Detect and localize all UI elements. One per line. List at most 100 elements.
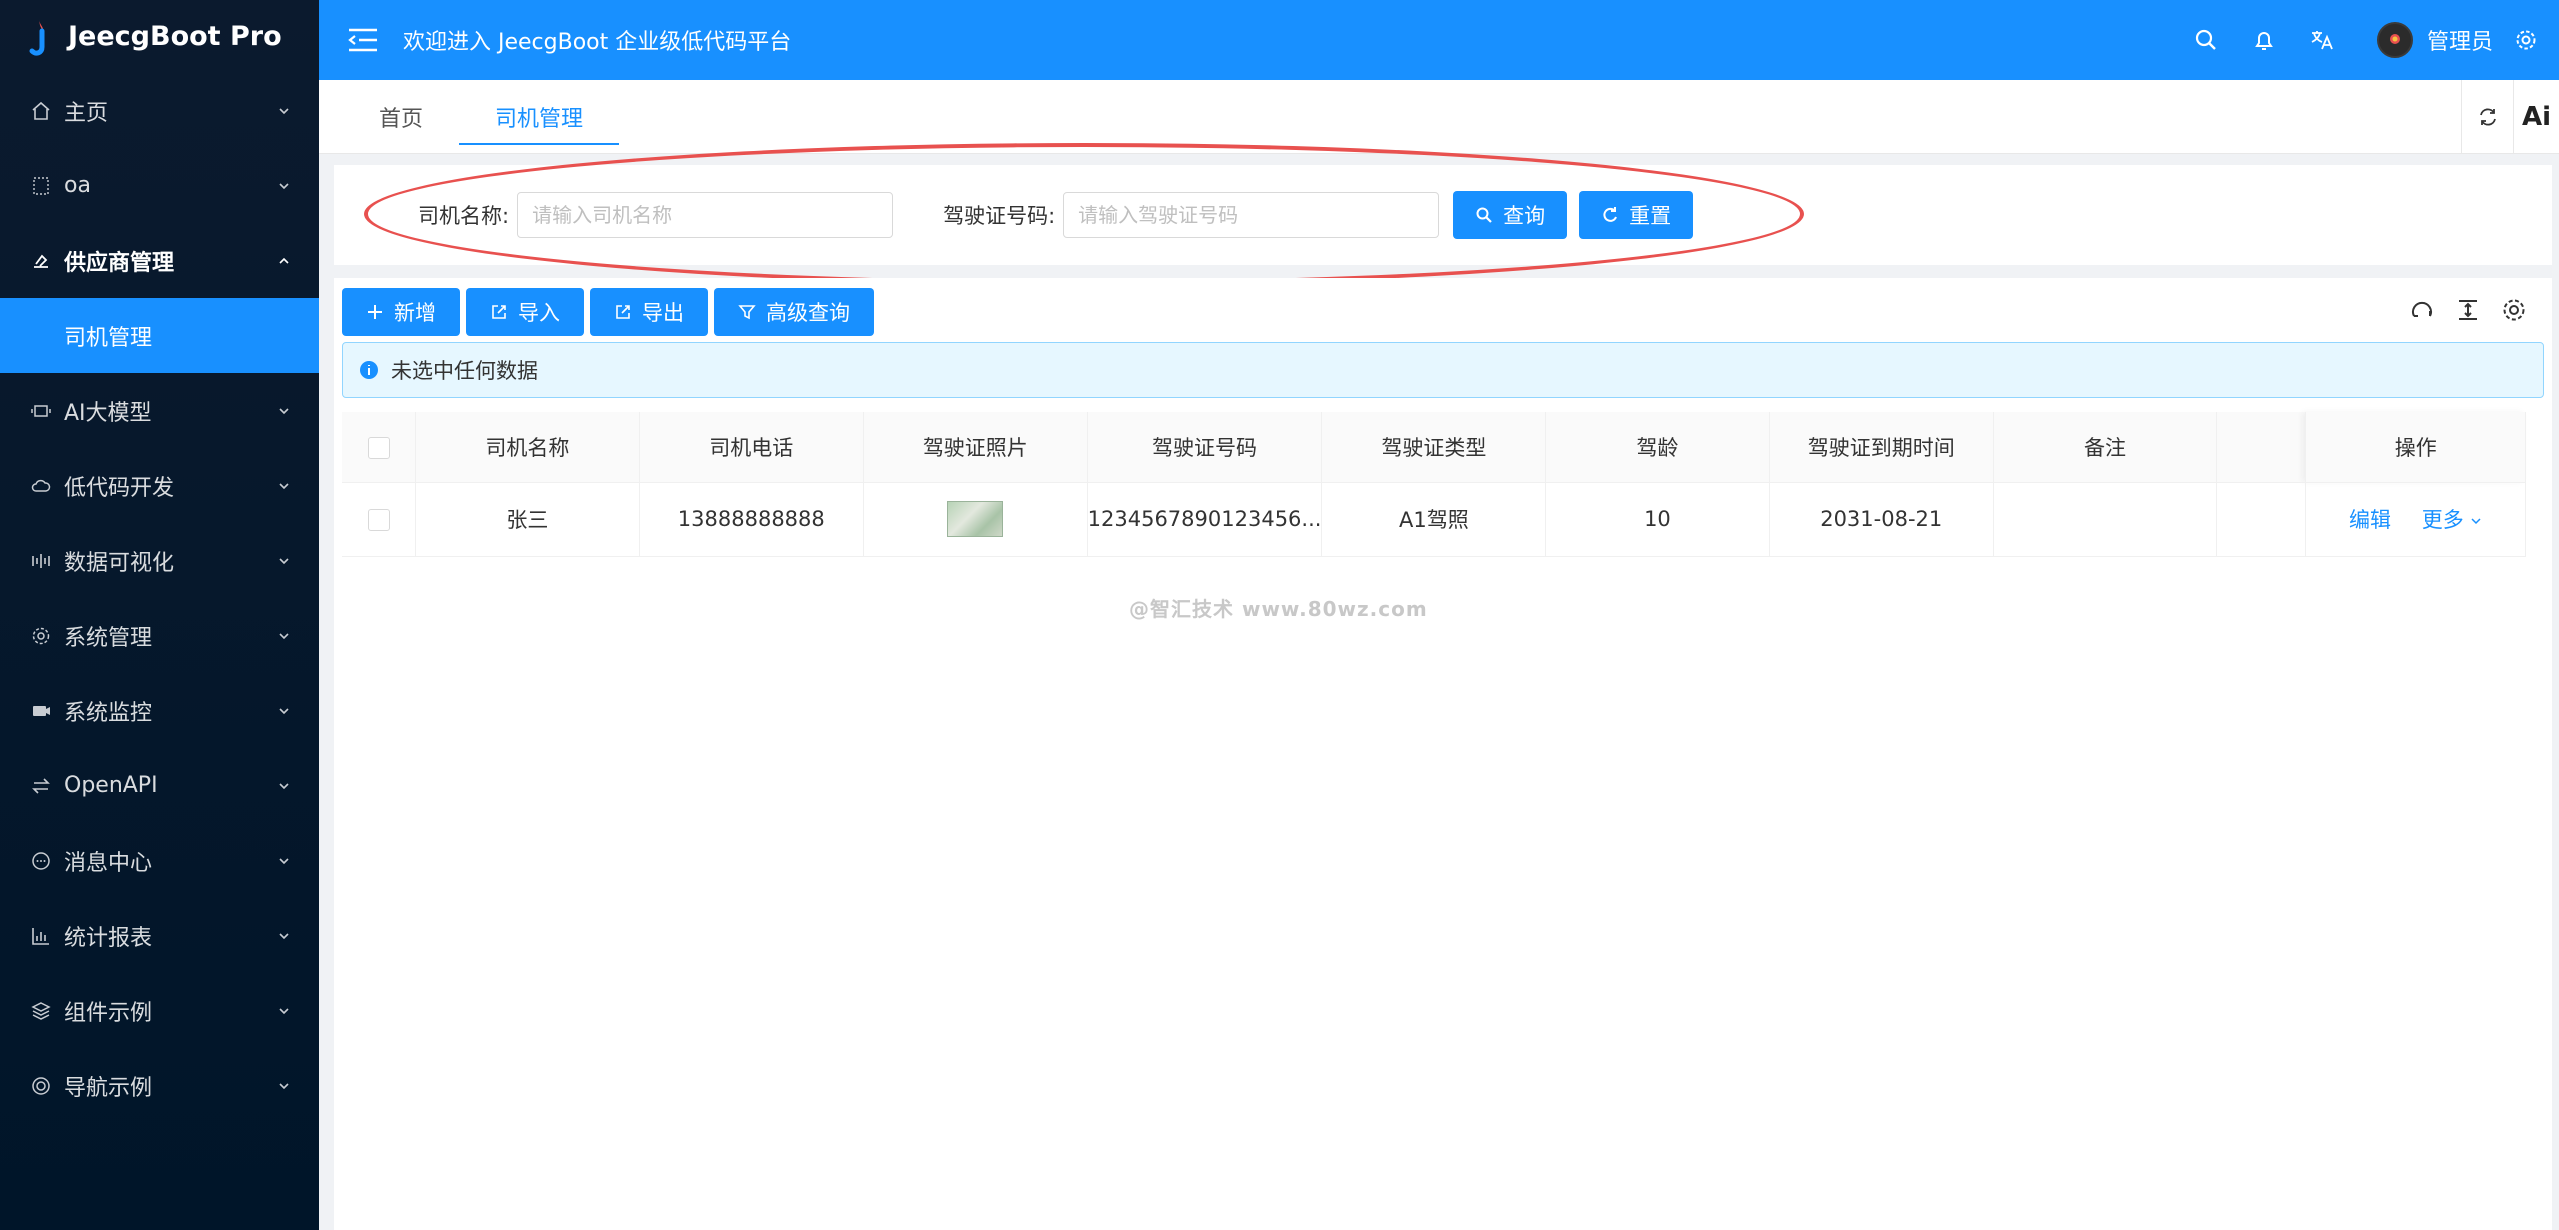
tab-label: 司机管理 xyxy=(495,106,584,132)
chevron-down-icon xyxy=(2471,518,2481,525)
avatar-logo-icon xyxy=(2389,34,2400,44)
reload-icon xyxy=(1603,207,1618,222)
column-header: 操作 xyxy=(2305,412,2526,483)
table-header-row: 司机名称 司机电话 驾驶证照片 驾驶证号码 驾驶证类型 驾龄 驾驶证到期时间 备… xyxy=(342,412,2526,483)
sidebar-item-label: 组件示例 xyxy=(64,1000,153,1026)
avatar[interactable] xyxy=(2376,22,2413,58)
reset-button[interactable]: 重置 xyxy=(1579,191,1694,239)
refresh-tab-button[interactable] xyxy=(2461,80,2513,153)
more-label: 更多 xyxy=(2421,508,2464,532)
chevron-down-icon xyxy=(279,482,289,489)
monitor-icon xyxy=(30,700,52,722)
license-no-input[interactable] xyxy=(1063,192,1440,238)
column-height-icon[interactable] xyxy=(2454,296,2484,326)
more-dropdown[interactable]: 更多 xyxy=(2422,508,2483,532)
sidebar-item-message-center[interactable]: 消息中心 xyxy=(0,823,319,898)
chevron-down-icon xyxy=(279,407,289,414)
column-header[interactable]: 驾驶证号码 xyxy=(1087,412,1323,483)
select-all-checkbox[interactable] xyxy=(367,436,390,459)
column-header[interactable]: 备注 xyxy=(1993,412,2218,483)
selection-alert: 未选中任何数据 xyxy=(342,342,2544,398)
sidebar-item-system-monitor[interactable]: 系统监控 xyxy=(0,673,319,748)
refresh-table-icon[interactable] xyxy=(2408,296,2438,326)
reset-label: 重置 xyxy=(1629,204,1672,228)
sidebar-item-home[interactable]: 主页 xyxy=(0,73,319,148)
add-button[interactable]: 新增 xyxy=(342,288,460,336)
sidebar-subitem-driver-management[interactable]: 司机管理 xyxy=(0,298,319,373)
column-header[interactable]: 司机名称 xyxy=(415,412,640,483)
tab-home[interactable]: 首页 xyxy=(319,80,459,153)
search-panel: 司机名称: 驾驶证号码: 查询 重置 xyxy=(334,143,2552,285)
sidebar-item-lowcode[interactable]: 低代码开发 xyxy=(0,448,319,523)
sidebar-menu: 主页 oa 供应商管理 司机管理 AI大模型 低代码开发 数据可视化 系统管理 … xyxy=(0,73,319,1123)
cell-empty xyxy=(2216,482,2307,557)
cell-license-no: 1234567890123456... xyxy=(1087,482,1323,557)
sidebar-item-label: 低代码开发 xyxy=(64,475,175,501)
chart-icon xyxy=(30,550,52,572)
sidebar-item-component-examples[interactable]: 组件示例 xyxy=(0,973,319,1048)
cell-driving-years: 10 xyxy=(1545,482,1770,557)
home-icon xyxy=(30,100,52,122)
sidebar-item-oa[interactable]: oa xyxy=(0,148,319,223)
table-toolbar: 新增 导入 导出 高级查询 xyxy=(342,288,880,336)
column-header[interactable]: 驾驶证到期时间 xyxy=(1769,412,1994,483)
edit-link[interactable]: 编辑 xyxy=(2349,508,2391,532)
advanced-query-button[interactable]: 高级查询 xyxy=(714,288,874,336)
compass-icon xyxy=(30,1075,52,1097)
ai-model-icon xyxy=(30,400,52,422)
sidebar-item-supplier[interactable]: 供应商管理 xyxy=(0,223,319,298)
chevron-down-icon xyxy=(279,1082,289,1089)
ai-button[interactable]: Ai xyxy=(2513,80,2559,153)
translate-icon[interactable] xyxy=(2309,27,2335,53)
export-button[interactable]: 导出 xyxy=(590,288,708,336)
column-header[interactable]: 驾驶证照片 xyxy=(863,412,1088,483)
selection-alert-text: 未选中任何数据 xyxy=(391,359,538,383)
sidebar-item-data-visualization[interactable]: 数据可视化 xyxy=(0,523,319,598)
license-photo-thumbnail[interactable] xyxy=(947,501,1004,537)
row-checkbox[interactable] xyxy=(367,509,390,531)
cloud-icon xyxy=(30,475,52,497)
bell-icon[interactable] xyxy=(2251,27,2277,53)
username[interactable]: 管理员 xyxy=(2427,24,2493,56)
gear-icon[interactable] xyxy=(2513,27,2539,53)
column-header xyxy=(2216,412,2307,483)
column-header[interactable]: 驾龄 xyxy=(1545,412,1770,483)
cell-license-type: A1驾照 xyxy=(1321,482,1547,557)
bar-chart-icon xyxy=(30,925,52,947)
cell-remark xyxy=(1993,482,2218,557)
refresh-icon xyxy=(2479,108,2496,125)
sidebar-item-label: OpenAPI xyxy=(64,773,158,798)
gear-icon xyxy=(30,625,52,647)
table-row[interactable]: 张三 13888888888 1234567890123456... A1驾照 … xyxy=(342,482,2526,557)
grid-icon xyxy=(30,175,52,197)
tab-driver-management[interactable]: 司机管理 xyxy=(459,80,620,153)
column-header[interactable]: 司机电话 xyxy=(639,412,864,483)
export-icon xyxy=(616,305,630,319)
sidebar-item-navigation-examples[interactable]: 导航示例 xyxy=(0,1048,319,1123)
sidebar-item-statistics-report[interactable]: 统计报表 xyxy=(0,898,319,973)
supplier-icon xyxy=(30,250,52,272)
sidebar-item-label: 导航示例 xyxy=(64,1075,153,1101)
cell-license-photo xyxy=(863,482,1088,557)
layers-icon xyxy=(30,1000,52,1022)
sidebar-item-system-management[interactable]: 系统管理 xyxy=(0,598,319,673)
chevron-down-icon xyxy=(279,632,289,639)
sidebar-item-openapi[interactable]: OpenAPI xyxy=(0,748,319,823)
driver-name-input[interactable] xyxy=(517,192,894,238)
search-icon[interactable] xyxy=(2193,27,2219,53)
chevron-down-icon xyxy=(279,557,289,564)
column-header[interactable]: 驾驶证类型 xyxy=(1321,412,1547,483)
advanced-query-label: 高级查询 xyxy=(766,301,850,325)
tab-label: 首页 xyxy=(379,106,424,132)
chevron-up-icon xyxy=(279,257,289,264)
welcome-text: 欢迎进入 JeecgBoot 企业级低代码平台 xyxy=(403,30,792,55)
brand[interactable]: JeecgBoot Pro xyxy=(0,0,319,73)
jeecg-logo-icon xyxy=(29,18,45,56)
import-button[interactable]: 导入 xyxy=(466,288,584,336)
tabs-spacer xyxy=(619,80,2461,153)
menu-fold-icon[interactable] xyxy=(347,26,379,54)
search-icon xyxy=(1476,207,1492,223)
sidebar-item-ai-model[interactable]: AI大模型 xyxy=(0,373,319,448)
settings-icon[interactable] xyxy=(2500,296,2530,326)
query-button[interactable]: 查询 xyxy=(1453,191,1568,239)
